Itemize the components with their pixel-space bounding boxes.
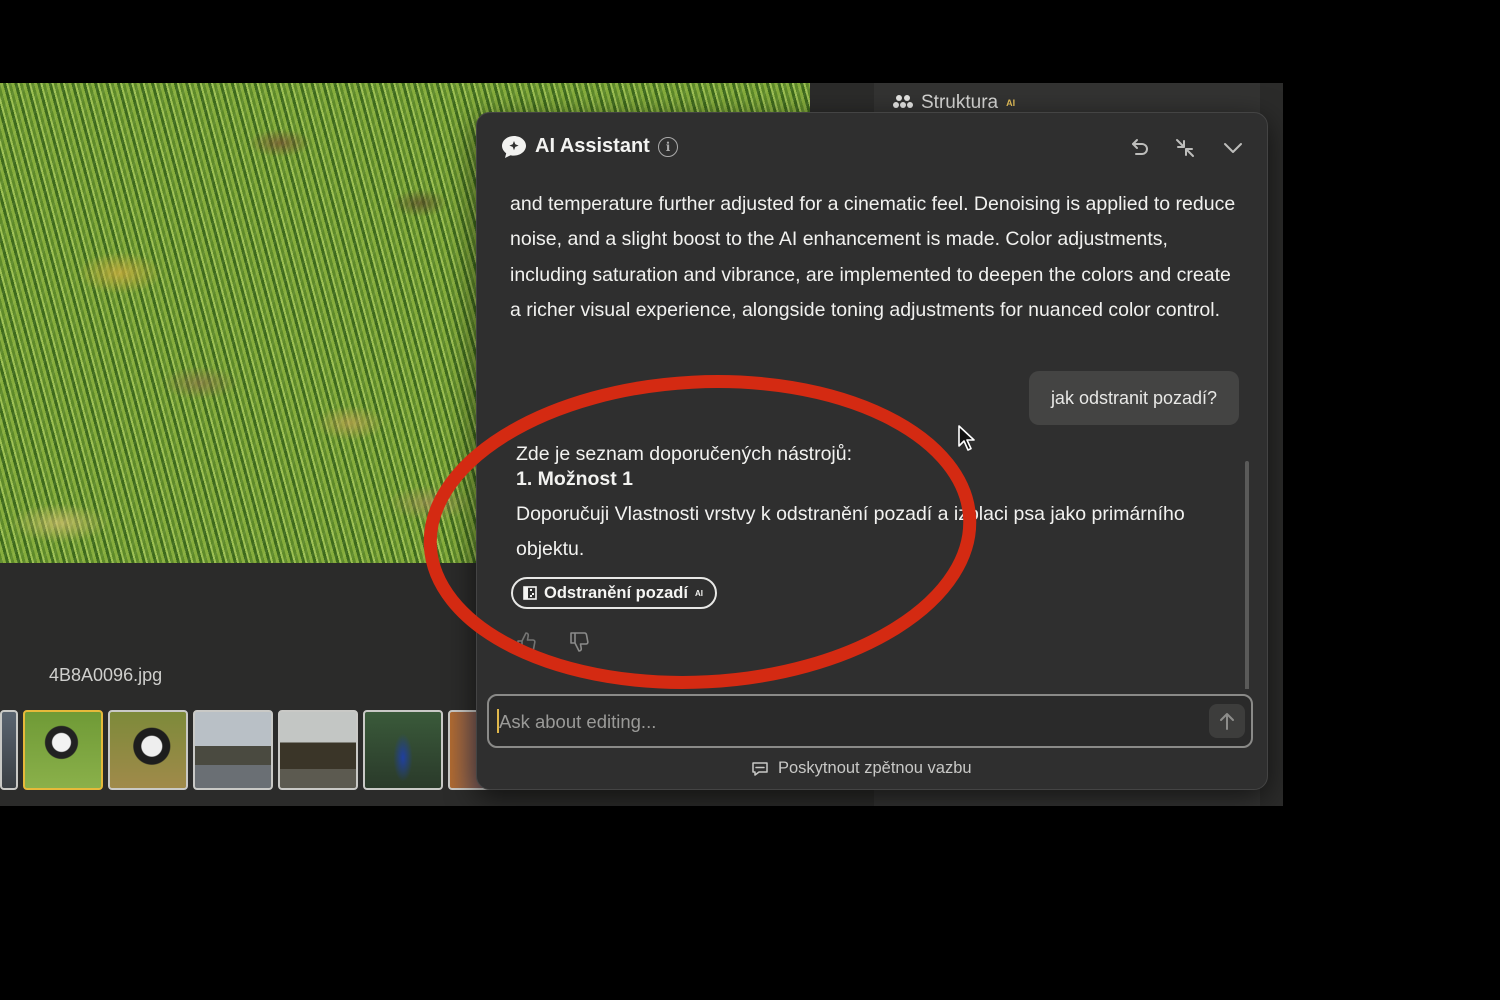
chat-bubble-icon (502, 136, 526, 158)
assistant-header: AI Assistant i (477, 113, 1267, 179)
thumbs-up-icon[interactable] (515, 631, 537, 653)
collapse-icon[interactable] (1172, 135, 1198, 161)
tab-struktura-label: Struktura (921, 92, 999, 113)
undo-icon[interactable] (1125, 135, 1151, 161)
tab-struktura[interactable]: Struktura AI (893, 92, 1015, 114)
background-removal-button[interactable]: Odstranění pozadí AI (511, 577, 717, 609)
chevron-down-icon[interactable] (1220, 135, 1246, 161)
background-removal-icon (523, 586, 537, 600)
filmstrip-thumbnail[interactable] (108, 710, 188, 790)
chat-input[interactable] (497, 706, 1191, 738)
assistant-message: and temperature further adjusted for a c… (510, 193, 1236, 321)
response-intro: Zde je seznam doporučených nástrojů: (516, 443, 853, 465)
ai-badge: AI (1006, 98, 1016, 108)
tool-chip-label: Odstranění pozadí (544, 583, 688, 602)
mouse-cursor (958, 425, 975, 451)
send-button[interactable] (1209, 704, 1245, 738)
structure-icon (893, 95, 913, 108)
filmstrip-thumbnail[interactable] (278, 710, 358, 790)
info-icon[interactable]: i (658, 137, 678, 157)
response-body: Doporučuji Vlastnosti vrstvy k odstraněn… (516, 503, 1185, 560)
feedback-link[interactable]: Poskytnout zpětnou vazbu (751, 759, 972, 778)
ai-badge: AI (694, 588, 703, 598)
filmstrip-thumbnail[interactable] (193, 710, 273, 790)
filmstrip-thumbnail-selected[interactable] (23, 710, 103, 790)
user-message: jak odstranit pozadí? (1029, 371, 1239, 425)
filmstrip-thumbnail[interactable] (0, 710, 18, 790)
chat-input-container (487, 694, 1253, 748)
filmstrip-thumbnail[interactable] (363, 710, 443, 790)
feedback-icon (752, 761, 768, 776)
text-caret (497, 709, 499, 733)
assistant-title: AI Assistant (535, 135, 650, 157)
response-option-title: 1. Možnost 1 (516, 468, 634, 490)
thumbs-down-icon[interactable] (568, 631, 590, 653)
send-arrow-icon (1220, 713, 1234, 730)
chat-messages[interactable]: and temperature further adjusted for a c… (477, 179, 1267, 689)
scrollbar[interactable] (1245, 461, 1249, 689)
image-filename: 4B8A0096.jpg (49, 665, 163, 685)
ai-assistant-panel: AI Assistant i and temperature further a… (476, 112, 1268, 790)
assistant-response: Zde je seznam doporučených nástrojů: 1. … (516, 441, 1236, 567)
feedback-label: Poskytnout zpětnou vazbu (778, 759, 972, 777)
